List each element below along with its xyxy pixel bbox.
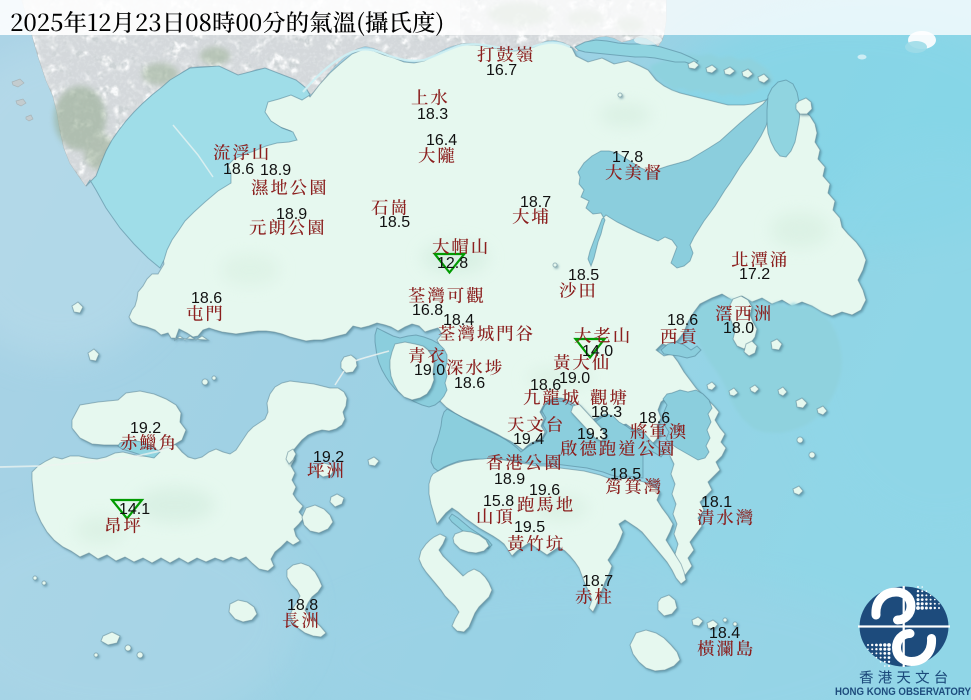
svg-text:18.4: 18.4 [443,312,474,329]
svg-text:19.2: 19.2 [130,420,161,437]
svg-text:18.6: 18.6 [639,410,670,427]
svg-text:18.6: 18.6 [223,161,254,178]
svg-text:17.8: 17.8 [612,149,643,166]
svg-text:18.0: 18.0 [723,320,754,337]
svg-text:18.1: 18.1 [701,494,732,511]
svg-text:18.6: 18.6 [667,312,698,329]
svg-text:18.6: 18.6 [530,377,561,394]
svg-text:16.7: 16.7 [486,62,517,79]
svg-text:18.6: 18.6 [454,375,485,392]
svg-text:18.5: 18.5 [568,267,599,284]
svg-text:18.8: 18.8 [287,597,318,614]
svg-text:18.3: 18.3 [591,404,622,421]
svg-text:19.0: 19.0 [414,362,445,379]
svg-text:18.3: 18.3 [417,106,448,123]
svg-text:17.2: 17.2 [739,266,770,283]
svg-text:16.8: 16.8 [412,302,443,319]
svg-text:18.5: 18.5 [610,466,641,483]
svg-text:18.9: 18.9 [260,162,291,179]
svg-text:14.1: 14.1 [119,501,150,518]
svg-text:19.4: 19.4 [513,431,544,448]
svg-text:19.6: 19.6 [529,482,560,499]
svg-text:18.5: 18.5 [379,214,410,231]
svg-text:12.8: 12.8 [437,255,468,272]
svg-text:18.7: 18.7 [582,573,613,590]
svg-text:14.0: 14.0 [582,343,613,360]
svg-text:16.4: 16.4 [426,132,457,149]
svg-text:18.9: 18.9 [276,206,307,223]
svg-text:18.7: 18.7 [520,194,551,211]
svg-text:19.0: 19.0 [559,370,590,387]
svg-text:HONG KONG OBSERVATORY: HONG KONG OBSERVATORY [835,686,971,698]
svg-text:18.9: 18.9 [494,471,525,488]
svg-text:19.5: 19.5 [514,519,545,536]
svg-text:19.3: 19.3 [577,426,608,443]
svg-text:18.4: 18.4 [709,625,740,642]
svg-text:15.8: 15.8 [483,493,514,510]
svg-text:19.2: 19.2 [313,449,344,466]
svg-text:18.6: 18.6 [191,290,222,307]
